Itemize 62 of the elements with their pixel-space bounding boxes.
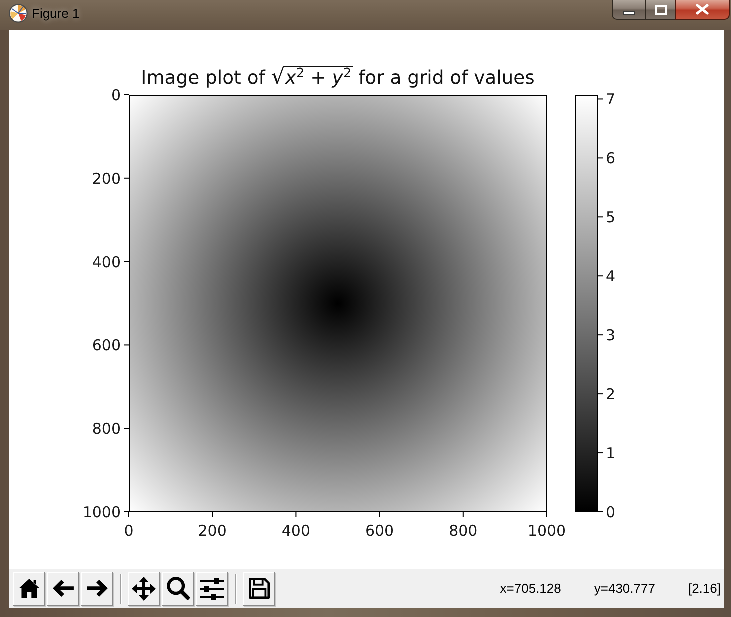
tick-mark bbox=[598, 334, 604, 336]
x-tick-label: 400 bbox=[282, 522, 311, 540]
x-tick-label: 200 bbox=[198, 522, 227, 540]
x-tick-label: 800 bbox=[449, 522, 478, 540]
move-arrows-icon bbox=[132, 576, 156, 600]
x-tick-label: 1000 bbox=[528, 522, 566, 540]
tick-mark bbox=[124, 94, 130, 96]
colorbar-tick-label: 1 bbox=[606, 444, 616, 463]
tick-mark bbox=[296, 512, 297, 518]
back-button[interactable] bbox=[47, 572, 79, 606]
maximize-icon bbox=[654, 4, 666, 14]
colorbar-tick-label: 4 bbox=[606, 268, 616, 286]
colorbar-tick-label: 3 bbox=[606, 326, 616, 345]
minimize-button[interactable] bbox=[612, 0, 645, 20]
sliders-icon bbox=[200, 578, 224, 600]
save-button[interactable] bbox=[243, 572, 275, 606]
cursor-y-readout: y=430.777 bbox=[594, 581, 656, 596]
tick-mark bbox=[598, 394, 604, 395]
window-title: Figure 1 bbox=[32, 6, 80, 21]
home-icon bbox=[18, 579, 40, 598]
y-tick-label: 1000 bbox=[82, 504, 121, 522]
forward-button[interactable] bbox=[81, 572, 113, 606]
tick-mark bbox=[598, 452, 604, 454]
colorbar-tick-label: 6 bbox=[606, 150, 616, 168]
tick-mark bbox=[212, 512, 214, 518]
plot-title: Image plot of √x$^{2}$ + y$^{2}$ for a grid of values bbox=[141, 67, 535, 91]
y-tick-label: 600 bbox=[92, 336, 121, 355]
tick-mark bbox=[546, 512, 548, 518]
right-arrow-icon bbox=[86, 579, 108, 598]
tick-mark bbox=[124, 428, 130, 430]
colorbar-tick-label: 2 bbox=[606, 386, 616, 404]
app-icon bbox=[9, 4, 28, 23]
tick-mark bbox=[462, 512, 464, 518]
colorbar-tick-label: 5 bbox=[606, 208, 616, 227]
zoom-button[interactable] bbox=[162, 572, 194, 606]
tick-mark bbox=[124, 261, 130, 262]
colorbar-tick-label: 0 bbox=[606, 504, 616, 522]
tick-mark bbox=[598, 276, 604, 277]
colorbar-tick-label: 7 bbox=[606, 90, 616, 109]
close-button[interactable] bbox=[675, 0, 730, 20]
tick-mark bbox=[124, 178, 130, 179]
minimize-icon bbox=[623, 10, 635, 14]
tick-mark bbox=[379, 512, 380, 518]
tick-mark bbox=[598, 158, 604, 159]
magnifier-icon bbox=[166, 577, 190, 600]
cursor-x-readout: x=705.128 bbox=[500, 581, 562, 596]
left-arrow-icon bbox=[52, 579, 74, 598]
subplots-button[interactable] bbox=[196, 572, 228, 606]
pixel-value-readout: [2.16] bbox=[688, 581, 721, 596]
x-tick-label: 0 bbox=[124, 522, 134, 540]
y-tick-label: 800 bbox=[92, 420, 121, 438]
y-tick-label: 200 bbox=[92, 170, 121, 188]
y-tick-label: 0 bbox=[111, 86, 121, 104]
close-icon bbox=[696, 4, 709, 15]
pan-button[interactable] bbox=[128, 572, 160, 606]
tick-mark bbox=[124, 344, 130, 346]
tick-mark bbox=[598, 98, 604, 100]
tick-mark bbox=[598, 216, 604, 218]
x-tick-label: 600 bbox=[365, 522, 394, 540]
home-button[interactable] bbox=[13, 572, 45, 606]
y-tick-label: 400 bbox=[92, 253, 121, 272]
maximize-button[interactable] bbox=[645, 0, 675, 20]
